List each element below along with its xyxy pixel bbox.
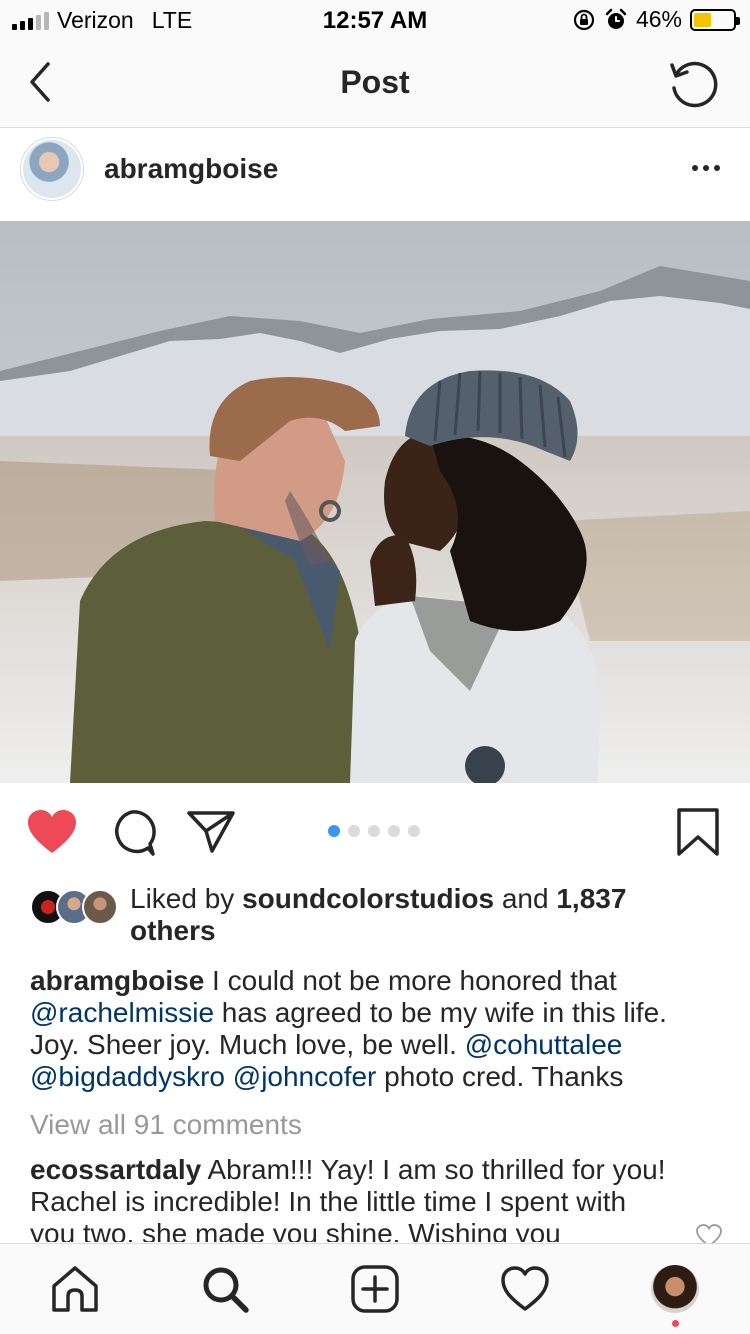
caption-mention[interactable]: @bigdaddyskro	[30, 1061, 225, 1092]
ellipsis-icon[interactable]	[692, 165, 720, 171]
avatar[interactable]	[20, 137, 84, 201]
alarm-icon	[605, 8, 627, 29]
home-icon[interactable]	[50, 1264, 100, 1314]
view-all-comments-link[interactable]: View all 91 comments	[30, 1109, 302, 1141]
likes-and: and	[494, 883, 557, 914]
likes-prefix: Liked by	[130, 883, 243, 914]
carousel-dots	[328, 825, 420, 837]
post-image	[0, 221, 750, 783]
liker-avatar	[82, 889, 118, 925]
caption-mention[interactable]: @johncofer	[233, 1061, 377, 1092]
carousel-dot	[348, 825, 360, 837]
carousel-dot	[388, 825, 400, 837]
post-header: abramgboise	[0, 129, 750, 221]
likes-section: Liked by soundcolorstudios and 1,837 othe…	[30, 883, 730, 963]
comment-username[interactable]: ecossartdaly	[30, 1154, 201, 1185]
status-bar: Verizon LTE 12:57 AM 46%	[0, 0, 750, 40]
likes-text[interactable]: Liked by soundcolorstudios and 1,837 othe…	[130, 883, 670, 947]
bookmark-icon[interactable]	[676, 807, 720, 857]
new-post-icon[interactable]	[350, 1264, 400, 1314]
liker-avatars[interactable]	[30, 889, 120, 925]
profile-avatar[interactable]	[651, 1265, 699, 1313]
caption-text: I could not be more honored that	[204, 965, 617, 996]
action-bar	[0, 783, 750, 883]
battery-icon	[690, 8, 740, 31]
page-title: Post	[340, 64, 410, 100]
avatar-image	[23, 140, 81, 198]
share-icon[interactable]	[186, 809, 236, 855]
tab-bar	[0, 1243, 750, 1334]
activity-icon[interactable]	[500, 1264, 550, 1314]
comment-preview: ecossartdaly Abram!!! Yay! I am so thril…	[30, 1154, 670, 1242]
post-caption: abramgboise I could not be more honored …	[30, 965, 710, 1093]
heart-filled-icon[interactable]	[26, 809, 78, 855]
likes-count[interactable]: 1,837	[556, 883, 626, 914]
carousel-dot	[368, 825, 380, 837]
refresh-icon[interactable]	[666, 56, 720, 110]
likes-suffix[interactable]: others	[130, 915, 216, 946]
liker-username[interactable]: soundcolorstudios	[242, 883, 494, 914]
battery-fill	[694, 12, 712, 27]
post-photo[interactable]	[0, 221, 750, 783]
orientation-lock-icon	[573, 9, 595, 30]
caption-mention[interactable]: @cohuttalee	[465, 1029, 623, 1060]
notification-dot	[672, 1320, 679, 1327]
post-username[interactable]: abramgboise	[104, 153, 278, 185]
caption-text: photo cred. Thanks	[376, 1061, 624, 1092]
battery-percent: 46%	[635, 6, 682, 32]
caption-mention[interactable]: @rachelmissie	[30, 997, 214, 1028]
carousel-dot	[328, 825, 340, 837]
nav-header: Post	[0, 40, 750, 128]
caption-text	[225, 1061, 233, 1092]
search-icon[interactable]	[200, 1264, 250, 1314]
carousel-dot	[408, 825, 420, 837]
status-right: 46%	[572, 6, 740, 33]
comment-icon[interactable]	[108, 809, 156, 857]
caption-username[interactable]: abramgboise	[30, 965, 204, 996]
